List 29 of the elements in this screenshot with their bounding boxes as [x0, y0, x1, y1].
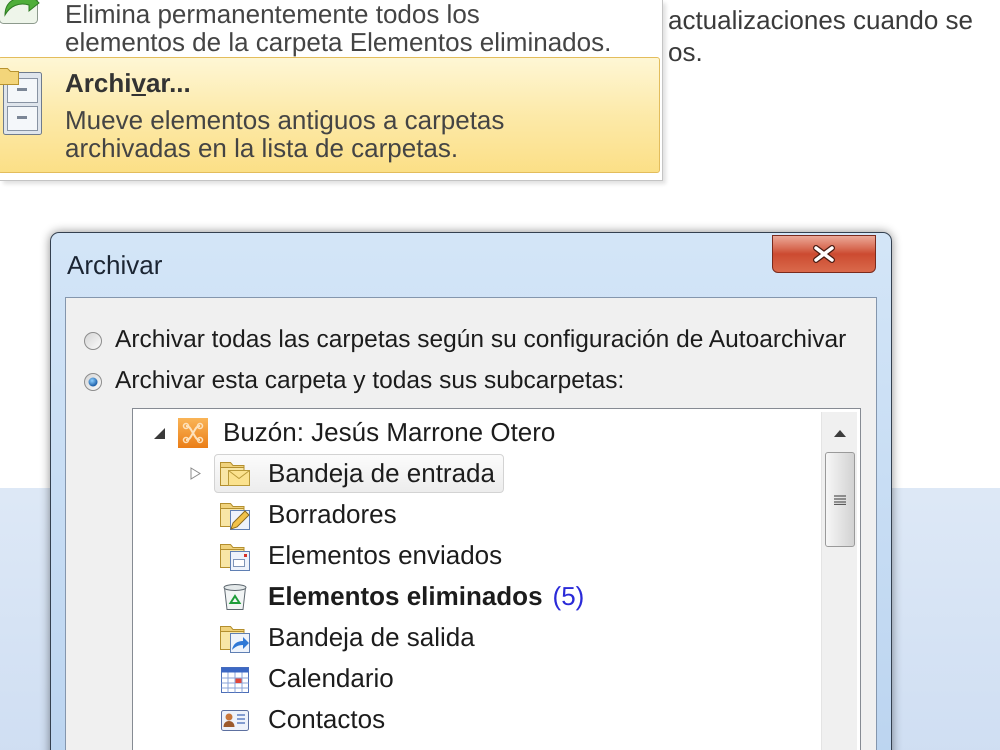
tree-item[interactable]: Contactos [214, 700, 394, 739]
menu-item-title: Archivar... [65, 68, 191, 98]
tree-item[interactable]: Bandeja de salida [214, 618, 484, 657]
menu-item-description: Elimina permanentemente todos los elementos de la carpeta Elementos eliminados. [65, 0, 612, 56]
close-button[interactable] [772, 235, 876, 273]
close-icon [812, 245, 836, 263]
tree-item[interactable]: Bandeja de entrada [214, 454, 504, 493]
window-title: Archivar [67, 248, 162, 282]
tree-item[interactable]: Borradores [214, 495, 406, 534]
scroll-thumb[interactable] [824, 452, 854, 547]
unread-count: (5) [552, 580, 584, 613]
tree-item[interactable]: Elementos eliminados (5) [214, 577, 594, 616]
menu-item[interactable]: Archivar... Mueve elementos antiguos a carpetas archivadas en la lista de carpetas. [0, 57, 660, 173]
grip-icon [834, 494, 846, 504]
radio-button[interactable] [84, 372, 102, 390]
menu-item-description: Mueve elementos antiguos a carpetas archivadas en la lista de carpetas. [65, 106, 504, 162]
scrollbar[interactable] [821, 412, 857, 750]
expanded-arrow-icon[interactable] [153, 426, 165, 438]
scroll-up-arrow-icon[interactable] [834, 430, 846, 437]
tree-item[interactable]: Calendario [214, 659, 403, 698]
radio-label: Archivar todas las carpetas según su configuración de Autoarchivar [115, 325, 846, 356]
logo-tile-icon [178, 418, 208, 448]
radio-button[interactable] [84, 332, 102, 350]
tree-item[interactable]: Elementos enviados [214, 536, 512, 575]
menu-item[interactable]: Elimina permanentemente todos los elementos de la carpeta Elementos eliminados. [0, 0, 660, 57]
tree-item[interactable]: Buzón: Jesús Marrone Otero [173, 413, 564, 452]
paragraph-text: actualizaciones cuando se os. [668, 4, 973, 68]
radio-label: Archivar esta carpeta y todas sus subcarpetas: [115, 366, 624, 396]
collapsed-arrow-icon[interactable] [190, 467, 201, 480]
